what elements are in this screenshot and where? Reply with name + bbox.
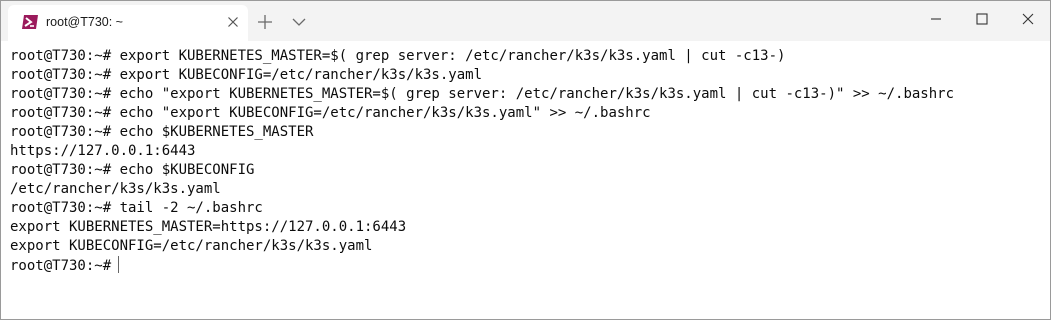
close-icon bbox=[1022, 13, 1034, 25]
terminal-line: root@T730:~# export KUBECONFIG=/etc/ranc… bbox=[10, 67, 483, 83]
terminal-line: root@T730:~# echo $KUBERNETES_MASTER bbox=[10, 124, 314, 140]
prompt-line[interactable]: root@T730:~# bbox=[10, 256, 1050, 275]
terminal-line: root@T730:~# echo "export KUBECONFIG=/et… bbox=[10, 105, 651, 121]
terminal-line: root@T730:~# echo "export KUBERNETES_MAS… bbox=[10, 86, 955, 102]
terminal-line: export KUBERNETES_MASTER=https://127.0.0… bbox=[10, 219, 407, 235]
chevron-down-icon[interactable] bbox=[288, 11, 310, 33]
maximize-button[interactable] bbox=[959, 1, 1005, 39]
terminal-line: export KUBECONFIG=/etc/rancher/k3s/k3s.y… bbox=[10, 238, 373, 254]
powershell-icon bbox=[21, 14, 39, 30]
minimize-button[interactable] bbox=[913, 1, 959, 39]
tab-title: root@T730: ~ bbox=[46, 15, 123, 29]
terminal-window: root@T730: ~ root@T730:~# export KUBERNE… bbox=[0, 0, 1051, 320]
prompt: root@T730:~# bbox=[10, 258, 112, 274]
terminal-output[interactable]: root@T730:~# export KUBERNETES_MASTER=$(… bbox=[1, 41, 1050, 319]
tab-terminal[interactable]: root@T730: ~ bbox=[8, 5, 248, 41]
plus-icon[interactable] bbox=[254, 11, 276, 33]
title-bar[interactable]: root@T730: ~ bbox=[1, 1, 1050, 41]
close-icon[interactable] bbox=[224, 13, 242, 31]
terminal-line: root@T730:~# echo $KUBECONFIG bbox=[10, 162, 255, 178]
close-window-button[interactable] bbox=[1005, 1, 1050, 39]
text-cursor bbox=[118, 256, 120, 273]
terminal-line: root@T730:~# export KUBERNETES_MASTER=$(… bbox=[10, 48, 786, 64]
maximize-icon bbox=[976, 13, 988, 25]
terminal-line: root@T730:~# tail -2 ~/.bashrc bbox=[10, 200, 263, 216]
terminal-line: /etc/rancher/k3s/k3s.yaml bbox=[10, 181, 221, 197]
minimize-icon bbox=[931, 18, 941, 20]
terminal-line: https://127.0.0.1:6443 bbox=[10, 143, 196, 159]
